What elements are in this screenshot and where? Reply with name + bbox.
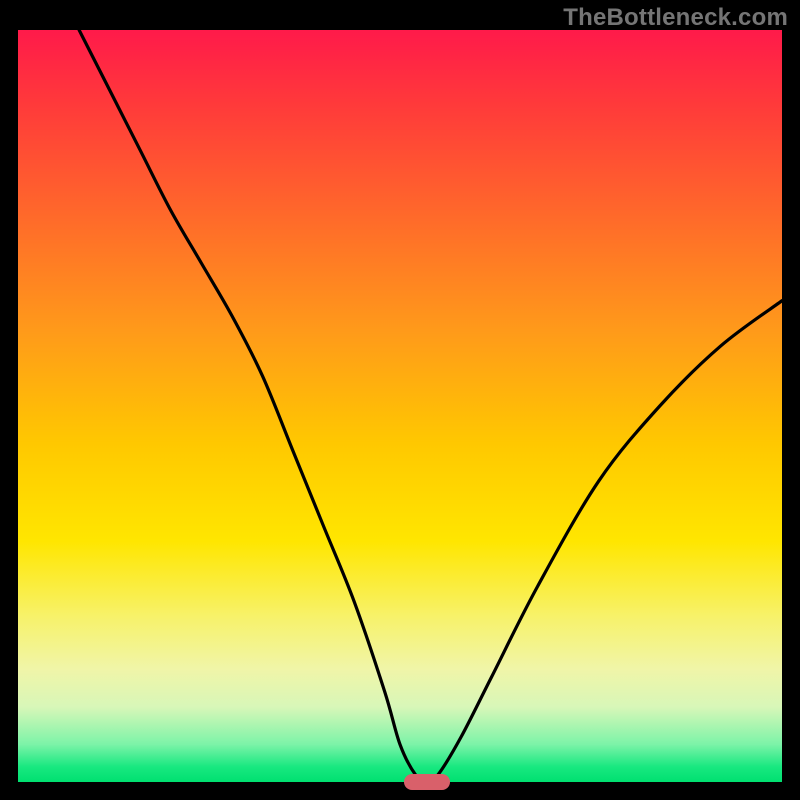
optimal-point-marker (404, 774, 450, 790)
chart-frame: TheBottleneck.com (0, 0, 800, 800)
plot-area (18, 30, 782, 782)
watermark-text: TheBottleneck.com (563, 4, 788, 32)
bottleneck-curve-line (79, 30, 782, 782)
curve-layer (18, 30, 782, 782)
